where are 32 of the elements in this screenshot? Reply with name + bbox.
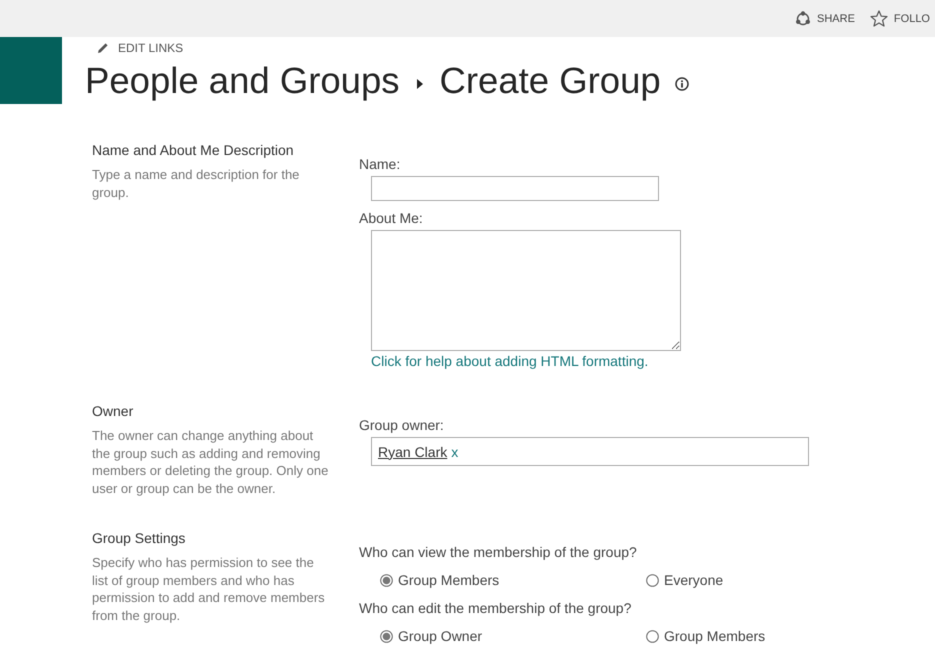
share-icon <box>795 10 812 26</box>
caret-right-icon <box>416 79 423 89</box>
section-heading: Group Settings <box>92 529 186 548</box>
remove-link[interactable]: x <box>451 442 458 460</box>
section-description: Type a name and description for the group. <box>92 166 300 201</box>
pencil-icon <box>97 42 109 54</box>
textarea-field[interactable] <box>371 230 681 351</box>
star-icon <box>870 10 888 27</box>
page-title: Create Group <box>440 59 661 103</box>
field-label: About Me: <box>359 209 423 227</box>
section-heading: Name and About Me Description <box>92 141 294 160</box>
field-label: Who can view the membership of the group? <box>359 543 637 561</box>
share-button[interactable]: SHARE <box>795 10 855 26</box>
info-icon[interactable] <box>674 77 689 91</box>
field-label: Who can edit the membership of the group? <box>359 599 632 617</box>
radio-option[interactable]: Group Members <box>380 570 500 590</box>
radio-option[interactable]: Everyone <box>646 570 724 590</box>
section-description: The owner can change anything about the group such as adding and removing members or deleting the group. Only one user or group can be the owner. <box>92 427 330 497</box>
section-description: Specify who has permission to see the list of group members and who has permission to add and remove members from the group. <box>92 554 326 624</box>
radio-option[interactable]: Group Members <box>646 626 766 646</box>
site-logo-tile[interactable] <box>0 37 62 104</box>
radio-option[interactable]: Group Owner <box>380 626 482 646</box>
breadcrumb-link[interactable]: People and Groups <box>85 59 400 103</box>
follow-button[interactable]: FOLLO <box>870 10 930 27</box>
owner-picker-field[interactable]: Ryan Clark x <box>371 437 809 466</box>
field-label: Group owner: <box>359 416 444 434</box>
text-input-field[interactable] <box>371 176 659 201</box>
field-label: Name: <box>359 155 400 173</box>
help-link[interactable]: Click for help about adding HTML formatting. <box>371 352 648 370</box>
edit-links-link[interactable]: EDIT LINKS <box>97 41 184 55</box>
person-link[interactable]: Ryan Clark <box>378 442 448 460</box>
section-heading: Owner <box>92 402 134 421</box>
